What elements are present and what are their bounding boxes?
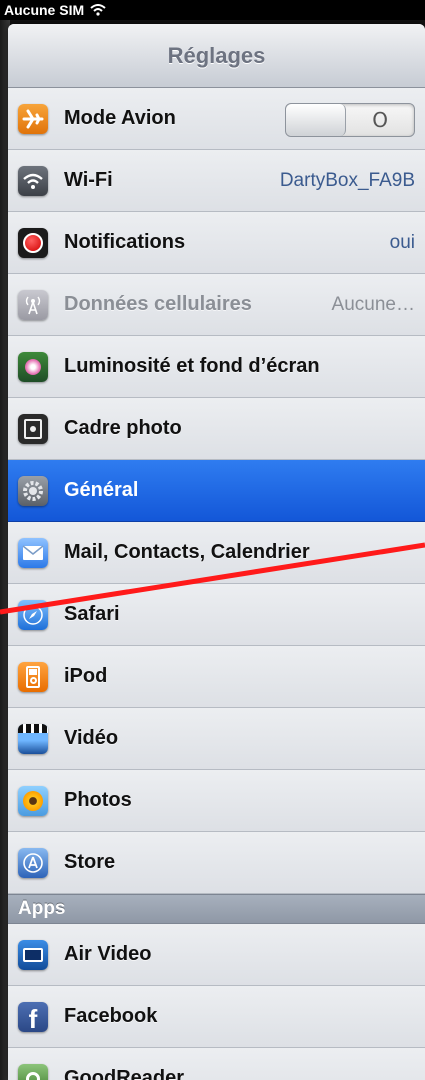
row-label: Mail, Contacts, Calendrier: [64, 541, 310, 563]
airplane-mode-toggle[interactable]: O: [285, 103, 415, 137]
row-video[interactable]: Vidéo: [8, 708, 425, 770]
row-wifi[interactable]: Wi-Fi DartyBox_FA9B: [8, 150, 425, 212]
row-label: Général: [64, 479, 139, 501]
row-label: Notifications: [64, 231, 186, 253]
settings-panel: Réglages Mode Avion O Wi-Fi DartyBox_FA9…: [8, 24, 425, 1080]
video-icon: [18, 723, 48, 754]
toggle-knob[interactable]: [286, 104, 346, 136]
brightness-icon: [18, 351, 48, 382]
ipod-icon: [18, 661, 48, 692]
photos-icon: [18, 785, 48, 816]
row-notifications[interactable]: Notifications oui: [8, 212, 425, 274]
cellular-value: Aucune…: [331, 293, 415, 315]
row-label: GoodReader: [64, 1067, 185, 1080]
row-mail-contacts-calendar[interactable]: Mail, Contacts, Calendrier: [8, 522, 425, 584]
row-label: Wi-Fi: [64, 169, 113, 191]
row-label: Facebook: [64, 1005, 158, 1027]
row-store[interactable]: Store: [8, 832, 425, 894]
cellular-icon: [18, 289, 48, 320]
row-label: iPod: [64, 665, 108, 687]
status-bar: Aucune SIM: [0, 0, 425, 20]
wifi-signal-icon: [90, 4, 106, 16]
facebook-icon: f: [18, 1001, 48, 1032]
row-air-video[interactable]: Air Video: [8, 924, 425, 986]
general-gear-icon: [18, 475, 48, 506]
row-facebook[interactable]: f Facebook: [8, 986, 425, 1048]
row-goodreader[interactable]: GoodReader: [8, 1048, 425, 1080]
page-title: Réglages: [167, 42, 266, 68]
row-label: Air Video: [64, 943, 152, 965]
row-general[interactable]: Général: [8, 460, 425, 522]
store-icon: [18, 847, 48, 878]
safari-icon: [18, 599, 48, 630]
airplane-icon: [18, 103, 48, 134]
row-cellular-data[interactable]: Données cellulaires Aucune…: [8, 274, 425, 336]
row-label: Luminosité et fond d’écran: [64, 355, 320, 377]
photo-frame-icon: [18, 413, 48, 444]
mail-icon: [18, 537, 48, 568]
air-video-icon: [18, 939, 48, 970]
row-label: Vidéo: [64, 727, 119, 749]
section-header-apps: Apps: [8, 894, 425, 924]
navigation-bar: Réglages: [8, 24, 425, 88]
row-label: Photos: [64, 789, 132, 811]
row-label: Store: [64, 851, 116, 873]
row-label: Cadre photo: [64, 417, 182, 439]
row-photos[interactable]: Photos: [8, 770, 425, 832]
row-label: Mode Avion: [64, 107, 176, 129]
row-photo-frame[interactable]: Cadre photo: [8, 398, 425, 460]
row-label: Safari: [64, 603, 120, 625]
row-brightness-wallpaper[interactable]: Luminosité et fond d’écran: [8, 336, 425, 398]
notifications-icon: [18, 227, 48, 258]
goodreader-icon: [18, 1063, 48, 1080]
carrier-label: Aucune SIM: [4, 2, 85, 18]
row-ipod[interactable]: iPod: [8, 646, 425, 708]
row-safari[interactable]: Safari: [8, 584, 425, 646]
toggle-off-label: O: [372, 108, 388, 132]
row-airplane-mode[interactable]: Mode Avion O: [8, 88, 425, 150]
wifi-network-value: DartyBox_FA9B: [279, 169, 415, 191]
row-label: Données cellulaires: [64, 293, 252, 315]
notifications-value: oui: [389, 231, 415, 253]
wifi-icon: [18, 165, 48, 196]
